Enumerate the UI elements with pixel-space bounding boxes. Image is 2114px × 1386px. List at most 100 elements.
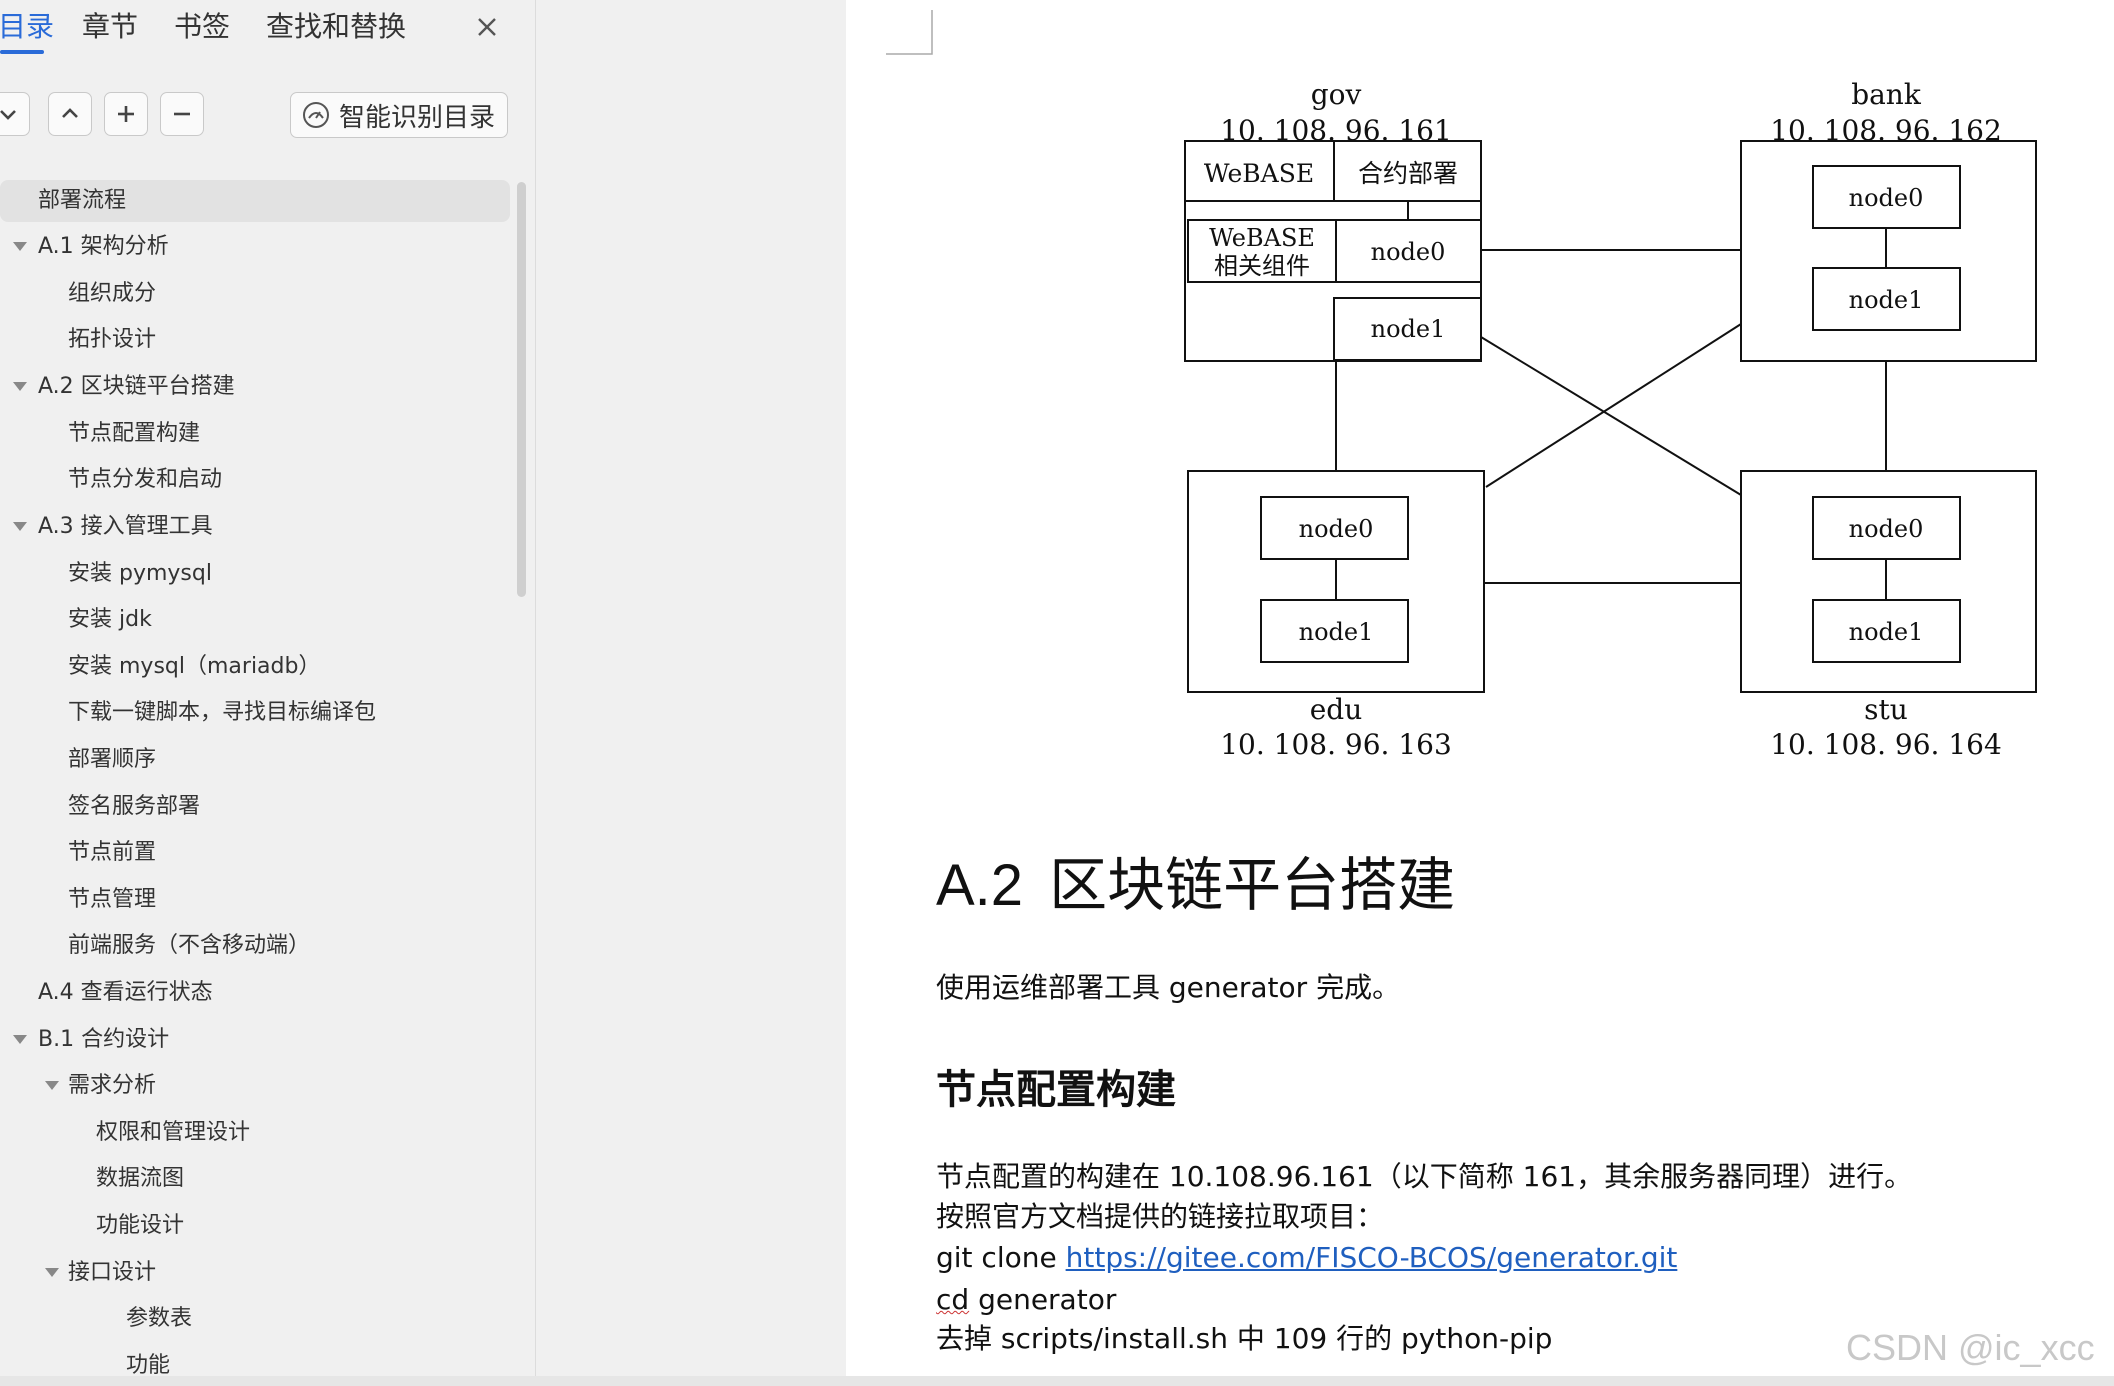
link-bank-edu [1485, 323, 1742, 488]
caret-down-icon[interactable] [10, 1019, 30, 1061]
toc-item[interactable]: 数据流图 [0, 1158, 510, 1200]
toc-item[interactable]: 前端服务（不含移动端） [0, 925, 510, 967]
expand-level-button[interactable] [48, 92, 92, 136]
toc-item-label: 签名服务部署 [68, 794, 201, 819]
toc-item-label: B.1 合约设计 [38, 1027, 170, 1052]
link-gov-stu [1480, 336, 1742, 496]
git-clone-text: git clone [936, 1241, 1066, 1274]
horizontal-scrollbar-track[interactable] [0, 1376, 2114, 1386]
toc-item[interactable]: 安装 jdk [0, 599, 510, 641]
document-page: gov 10. 108. 96. 161 WeBASE 合约部署 WeBASE … [846, 0, 2114, 1386]
toc-item[interactable]: 拓扑设计 [0, 319, 510, 361]
body-line-5: 去掉 scripts/install.sh 中 109 行的 python-pi… [936, 1322, 1553, 1355]
generator-repo-link[interactable]: https://gitee.com/FISCO-BCOS/generator.g… [1066, 1241, 1678, 1274]
section-number: A.2 [936, 853, 1024, 918]
toc-item[interactable]: B.1 合约设计 [0, 1019, 510, 1061]
toc-item[interactable]: 安装 pymysql [0, 553, 510, 595]
stu-ip: 10. 108. 96. 164 [1770, 728, 2002, 761]
stu-server: node0 node1 stu 10. 108. 96. 164 [1740, 470, 2037, 761]
tab-toc[interactable]: 目录 [0, 8, 54, 46]
toc-item[interactable]: 节点配置构建 [0, 413, 510, 455]
close-panel-button[interactable] [470, 10, 504, 44]
toc-item[interactable]: A.1 架构分析 [0, 226, 510, 268]
toc-panel: 目录 章节 书签 查找和替换 智能识别目录 部署流程 A.1 架构分析 组织成分… [0, 0, 536, 1386]
stu-node0: node0 [1849, 515, 1924, 543]
toc-item-label: A.1 架构分析 [38, 234, 169, 259]
toc-item[interactable]: 参数表 [0, 1298, 510, 1340]
toc-item-label: 组织成分 [68, 281, 157, 306]
caret-down-icon[interactable] [42, 1252, 62, 1294]
page-gutter [536, 0, 846, 1386]
minus-icon [174, 112, 190, 116]
gov-contract-label: 合约部署 [1358, 159, 1458, 188]
caret-down-icon[interactable] [10, 506, 30, 548]
toc-item-label: 权限和管理设计 [96, 1120, 251, 1145]
gov-node0: node0 [1371, 238, 1446, 266]
toc-item[interactable]: 节点分发和启动 [0, 459, 510, 501]
edu-server: node0 node1 edu 10. 108. 96. 163 [1187, 470, 1485, 761]
body-line-1: 节点配置的构建在 10.108.96.161（以下简称 161，其余服务器同理）… [936, 1160, 1913, 1193]
section-heading: A.2 区块链平台搭建 [936, 838, 1455, 922]
toc-item-label: 安装 jdk [68, 607, 152, 632]
tab-chapters[interactable]: 章节 [82, 8, 138, 46]
toc-toolbar: 智能识别目录 [0, 92, 535, 142]
toc-item-label: 节点配置构建 [68, 421, 201, 446]
close-icon [478, 18, 496, 36]
toc-item-label: 安装 pymysql [68, 561, 212, 586]
bank-name: bank [1851, 78, 1922, 111]
cd-command: cd [936, 1283, 970, 1316]
smart-toc-button[interactable]: 智能识别目录 [290, 92, 508, 138]
caret-down-icon[interactable] [10, 366, 30, 408]
subsection-heading: 节点配置构建 [936, 1067, 1176, 1113]
edu-node0: node0 [1299, 515, 1374, 543]
bank-node1: node1 [1849, 286, 1924, 314]
chevron-up-icon [62, 108, 78, 118]
toc-item-label: 节点前置 [68, 840, 157, 865]
toc-item[interactable]: 签名服务部署 [0, 786, 510, 828]
smart-toc-label: 智能识别目录 [339, 102, 496, 133]
toc-item-label: 安装 mysql（mariadb） [68, 654, 321, 679]
toc-item[interactable]: 下载一键脚本，寻找目标编译包 [0, 692, 510, 734]
remove-heading-button[interactable] [160, 92, 204, 136]
body-line-2: 按照官方文档提供的链接拉取项目： [936, 1200, 1385, 1233]
toc-item-label: 下载一键脚本，寻找目标编译包 [68, 700, 377, 725]
caret-down-icon[interactable] [42, 1065, 62, 1107]
collapse-level-button[interactable] [0, 92, 30, 136]
bank-server: bank 10. 108. 96. 162 node0 node1 [1740, 78, 2037, 362]
toc-item[interactable]: A.2 区块链平台搭建 [0, 366, 510, 408]
toc-item[interactable]: 部署流程 [0, 180, 510, 222]
toc-item[interactable]: 功能设计 [0, 1205, 510, 1247]
toc-item[interactable]: 权限和管理设计 [0, 1112, 510, 1154]
toc-scrollbar[interactable] [517, 182, 526, 597]
toc-item[interactable]: 节点管理 [0, 879, 510, 921]
toc-item[interactable]: 接口设计 [0, 1252, 510, 1294]
panel-tabs: 目录 章节 书签 查找和替换 [0, 0, 535, 60]
gov-name: gov [1311, 78, 1362, 111]
chevron-down-icon [0, 110, 16, 120]
gauge-icon [303, 102, 329, 128]
toc-item[interactable]: A.3 接入管理工具 [0, 506, 510, 548]
toc-item[interactable]: 安装 mysql（mariadb） [0, 646, 510, 688]
tab-bookmarks[interactable]: 书签 [174, 8, 230, 46]
toc-item-label: A.2 区块链平台搭建 [38, 374, 235, 399]
gov-webase-label: WeBASE [1204, 159, 1314, 188]
toc-item-label: 部署顺序 [68, 747, 157, 772]
bank-node0: node0 [1849, 184, 1924, 212]
stu-name: stu [1864, 693, 1908, 726]
toc-item[interactable]: 需求分析 [0, 1065, 510, 1107]
topology-diagram: gov 10. 108. 96. 161 WeBASE 合约部署 WeBASE … [1184, 78, 2037, 761]
toc-item-label: 参数表 [126, 1306, 193, 1331]
toc-item[interactable]: 部署顺序 [0, 739, 510, 781]
toc-item[interactable]: A.4 查看运行状态 [0, 972, 510, 1014]
gov-components-line1: WeBASE [1209, 224, 1315, 252]
toc-item-label: 需求分析 [68, 1073, 157, 1098]
document-view: gov 10. 108. 96. 161 WeBASE 合约部署 WeBASE … [536, 0, 2114, 1386]
cd-arg: generator [969, 1283, 1117, 1316]
caret-down-icon[interactable] [10, 226, 30, 268]
tab-find-replace[interactable]: 查找和替换 [266, 8, 406, 46]
edu-node1: node1 [1299, 618, 1374, 646]
toc-item-label: 部署流程 [38, 188, 127, 213]
toc-item[interactable]: 组织成分 [0, 273, 510, 315]
add-heading-button[interactable] [104, 92, 148, 136]
toc-item[interactable]: 节点前置 [0, 832, 510, 874]
